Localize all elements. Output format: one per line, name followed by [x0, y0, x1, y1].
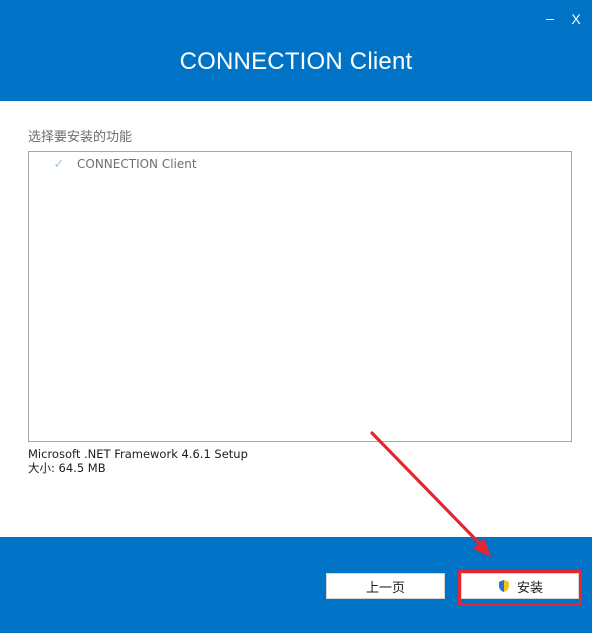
minimize-icon — [546, 19, 554, 20]
feature-item-connection-client[interactable]: ✓ CONNECTION Client — [51, 156, 197, 172]
feature-list[interactable]: ✓ CONNECTION Client — [28, 151, 572, 442]
annotation-highlight-box — [458, 570, 582, 606]
features-section-label: 选择要安装的功能 — [28, 130, 133, 145]
back-button[interactable]: 上一页 — [326, 573, 445, 599]
check-icon[interactable]: ✓ — [51, 156, 67, 172]
feature-description: Microsoft .NET Framework 4.6.1 Setup — [28, 447, 248, 461]
minimize-button[interactable] — [539, 8, 561, 30]
back-button-label: 上一页 — [365, 580, 405, 596]
feature-size: 大小: 64.5 MB — [28, 461, 106, 475]
feature-item-label: CONNECTION Client — [77, 157, 197, 171]
close-button[interactable]: X — [565, 8, 587, 30]
window-title: CONNECTION Client — [179, 48, 413, 75]
